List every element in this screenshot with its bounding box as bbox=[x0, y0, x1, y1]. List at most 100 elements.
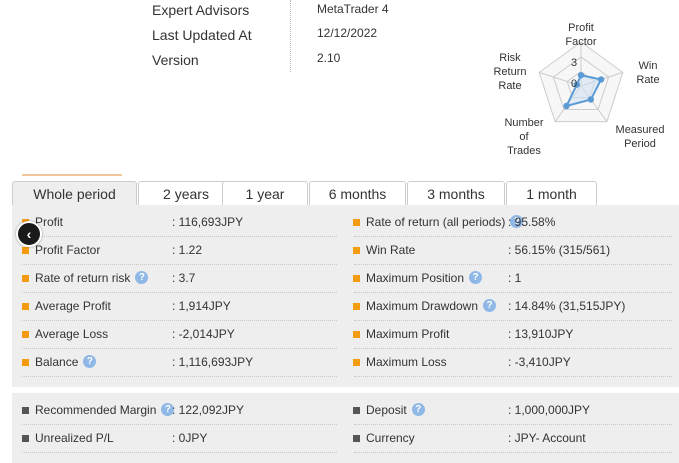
stat-label: Maximum Drawdown? bbox=[366, 292, 497, 320]
stat-label-text: Maximum Loss bbox=[366, 355, 447, 369]
stat-row: Maximum Profit : 13,910JPY bbox=[343, 320, 673, 348]
stat-value: : 56.15% (315/561) bbox=[508, 243, 611, 257]
tab-whole-period[interactable]: Whole period bbox=[12, 181, 137, 206]
stat-label: Rate of return (all periods)? bbox=[366, 208, 524, 236]
radar-chart: Profit Factor Win Rate Measured Period Numb… bbox=[484, 18, 679, 163]
stat-label-text: Deposit bbox=[366, 403, 407, 417]
bullet-marker bbox=[353, 435, 360, 442]
tab-1-month[interactable]: 1 month bbox=[506, 181, 597, 206]
radar-label-profit-factor: Profit Factor bbox=[565, 22, 597, 48]
help-icon[interactable]: ? bbox=[469, 271, 483, 285]
stat-label-text: Unrealized P/L bbox=[35, 431, 114, 445]
radar-point bbox=[563, 102, 570, 110]
bullet-marker bbox=[353, 407, 360, 414]
stat-label: Maximum Loss bbox=[366, 348, 447, 376]
stat-value: : 1 bbox=[508, 271, 522, 285]
stat-label-text: Maximum Position bbox=[366, 271, 465, 285]
stat-value: : 122,092JPY bbox=[172, 403, 245, 417]
stat-value: : 13,910JPY bbox=[508, 327, 574, 341]
bullet-marker bbox=[22, 247, 29, 254]
info-divider bbox=[290, 0, 291, 72]
stat-value: : 1,914JPY bbox=[172, 299, 231, 313]
stat-value: : JPY- Account bbox=[508, 431, 586, 445]
stat-label: Unrealized P/L bbox=[35, 424, 114, 452]
stat-label-text: Rate of return risk bbox=[35, 271, 131, 285]
help-icon[interactable]: ? bbox=[483, 299, 497, 313]
help-icon[interactable]: ? bbox=[135, 271, 149, 285]
radar-label-win-rate: Win Rate bbox=[636, 60, 660, 86]
stat-row: Currency : JPY- Account bbox=[343, 424, 673, 452]
radar-point bbox=[587, 96, 595, 103]
stat-label: Maximum Profit bbox=[366, 320, 449, 348]
account-panel: Recommended Margin?: 122,092JPY Unrealize… bbox=[12, 393, 679, 463]
tab-2-years[interactable]: 2 years bbox=[138, 181, 234, 206]
stat-row: Average Profit : 1,914JPY bbox=[12, 292, 342, 320]
stat-row: Win Rate : 56.15% (315/561) bbox=[343, 236, 673, 264]
bullet-marker bbox=[353, 247, 360, 254]
version-label: Version bbox=[152, 52, 199, 68]
tab-6-months[interactable]: 6 months bbox=[309, 181, 406, 206]
tab-3-months[interactable]: 3 months bbox=[407, 181, 505, 206]
bullet-marker bbox=[353, 275, 360, 282]
stat-label-text: Average Loss bbox=[35, 327, 109, 341]
stat-label: Maximum Position? bbox=[366, 264, 483, 292]
stat-row: Unrealized P/L : 0JPY bbox=[12, 424, 342, 452]
radar-label-measured-period: Measured Period bbox=[615, 124, 665, 150]
bullet-marker bbox=[22, 435, 29, 442]
stat-label-text: Maximum Drawdown bbox=[366, 299, 479, 313]
stat-row: Recommended Margin?: 122,092JPY bbox=[12, 396, 342, 424]
stat-row: Deposit? : 1,000,000JPY bbox=[343, 396, 673, 424]
bullet-marker bbox=[353, 219, 360, 226]
stat-row: Maximum Position? : 1 bbox=[343, 264, 673, 292]
row-divider bbox=[354, 452, 672, 453]
stat-label: Profit Factor bbox=[35, 236, 100, 264]
stat-label: Currency bbox=[366, 424, 415, 452]
stat-label: Recommended Margin? bbox=[35, 396, 175, 424]
stat-label-text: Recommended Margin bbox=[35, 403, 157, 417]
stat-value: : -2,014JPY bbox=[172, 327, 235, 341]
stat-label-text: Win Rate bbox=[366, 243, 416, 257]
row-divider bbox=[22, 376, 337, 377]
expert-advisors-label: Expert Advisors bbox=[152, 2, 250, 18]
row-divider bbox=[22, 452, 337, 453]
stat-label: Balance? bbox=[35, 348, 97, 376]
stat-label-text: Rate of return (all periods) bbox=[366, 215, 506, 229]
back-button[interactable]: ‹ bbox=[16, 221, 42, 247]
stat-label-text: Maximum Profit bbox=[366, 327, 450, 341]
stat-label: Average Profit bbox=[35, 292, 111, 320]
radar-scale-max: 3 bbox=[570, 57, 578, 69]
version-value: 2.10 bbox=[317, 51, 341, 65]
stat-row: Average Loss : -2,014JPY bbox=[12, 320, 342, 348]
stat-value: : 3.7 bbox=[172, 271, 196, 285]
stat-label: Win Rate bbox=[366, 236, 415, 264]
stat-value: : 116,693JPY bbox=[172, 215, 244, 229]
stat-value: : -3,410JPY bbox=[508, 355, 571, 369]
bullet-marker bbox=[353, 303, 360, 310]
row-divider bbox=[354, 376, 672, 377]
stat-row: Profit: 116,693JPY bbox=[12, 208, 342, 236]
stat-value: : 1,000,000JPY bbox=[508, 403, 591, 417]
stat-value: : 1.22 bbox=[172, 243, 203, 257]
expert-advisors-value: MetaTrader 4 bbox=[317, 2, 389, 16]
tab-1-year[interactable]: 1 year bbox=[222, 181, 308, 206]
stat-label-text: Balance bbox=[35, 355, 79, 369]
stat-label-text: Average Profit bbox=[35, 299, 111, 313]
bullet-marker bbox=[22, 275, 29, 282]
help-icon[interactable]: ? bbox=[83, 355, 97, 369]
bullet-marker bbox=[353, 359, 360, 366]
last-updated-label: Last Updated At bbox=[152, 27, 252, 43]
stat-label: Deposit? bbox=[366, 396, 425, 424]
radar-scale-min: 0 bbox=[570, 78, 578, 90]
stat-row: Rate of return (all periods)?: 95.58% bbox=[343, 208, 673, 236]
stat-row: Profit Factor : 1.22 bbox=[12, 236, 342, 264]
stat-label-text: Profit Factor bbox=[35, 243, 101, 257]
stat-value: : 0JPY bbox=[172, 431, 208, 445]
stat-label-text: Currency bbox=[366, 431, 415, 445]
help-icon[interactable]: ? bbox=[411, 403, 425, 417]
radar-point bbox=[597, 76, 605, 83]
stat-value: : 1,116,693JPY bbox=[172, 355, 254, 369]
last-updated-value: 12/12/2022 bbox=[317, 26, 378, 40]
stat-value: : 95.58% bbox=[508, 215, 556, 229]
bullet-marker bbox=[22, 303, 29, 310]
bullet-marker bbox=[22, 331, 29, 338]
